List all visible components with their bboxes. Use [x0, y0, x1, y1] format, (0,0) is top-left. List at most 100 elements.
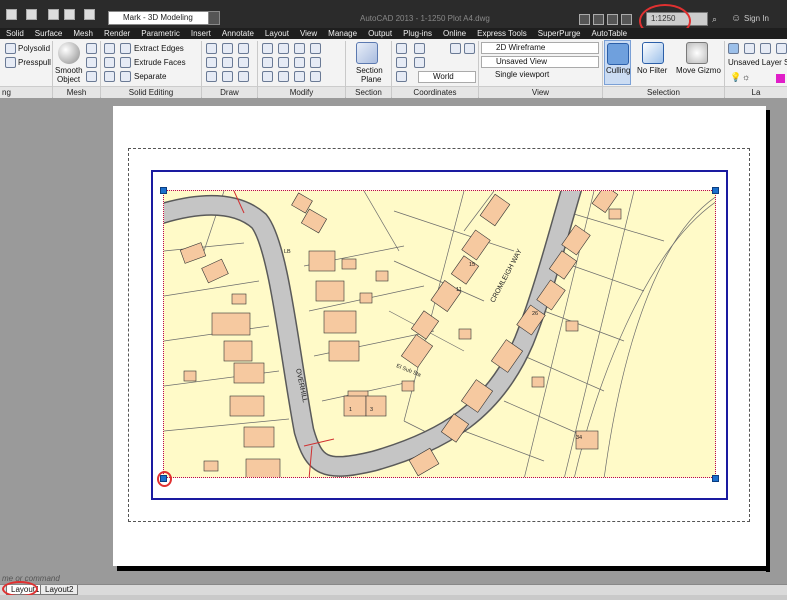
layer-properties-icon[interactable]	[728, 43, 739, 54]
panel-modify[interactable]: Modify	[258, 86, 345, 98]
tab-online[interactable]: Online	[443, 29, 466, 38]
tab-annotate[interactable]: Annotate	[222, 29, 254, 38]
layer-icon[interactable]	[776, 43, 787, 54]
move-gizmo-button[interactable]: Move Gizmo	[676, 66, 721, 75]
panel-mesh[interactable]: Mesh	[53, 86, 100, 98]
presspull-button[interactable]: Presspull	[18, 58, 51, 67]
mesh-tool-icon[interactable]	[86, 71, 97, 82]
tab-view[interactable]: View	[300, 29, 317, 38]
lightbulb-icon[interactable]: 💡	[730, 72, 741, 83]
ucs-icon[interactable]	[464, 43, 475, 54]
section-plane-button[interactable]: Section	[356, 66, 383, 75]
array-icon[interactable]	[310, 71, 321, 82]
tab-mesh[interactable]: Mesh	[73, 29, 93, 38]
copy-icon[interactable]	[294, 43, 305, 54]
tab-express-tools[interactable]: Express Tools	[477, 29, 527, 38]
tab-render[interactable]: Render	[104, 29, 130, 38]
spline-icon[interactable]	[206, 57, 217, 68]
view-icon[interactable]	[621, 14, 632, 25]
tab-plugins[interactable]: Plug-ins	[403, 29, 432, 38]
offset-icon[interactable]	[294, 71, 305, 82]
ucs-icon[interactable]	[396, 57, 407, 68]
view-icon[interactable]	[593, 14, 604, 25]
fillet-icon[interactable]	[310, 57, 321, 68]
save-icon[interactable]	[26, 9, 37, 20]
ucs-select[interactable]: World	[418, 71, 476, 83]
command-line[interactable]: me or command	[0, 574, 787, 584]
rectangle-icon[interactable]	[222, 71, 233, 82]
ucs-icon[interactable]	[450, 43, 461, 54]
redo-icon[interactable]	[84, 9, 95, 20]
sign-in-link[interactable]: Sign In	[744, 14, 769, 23]
union-icon[interactable]	[104, 43, 115, 54]
ucs-icon[interactable]	[414, 43, 425, 54]
layer-icon[interactable]	[744, 43, 755, 54]
view-icon[interactable]	[607, 14, 618, 25]
move-icon[interactable]	[278, 43, 289, 54]
tab-output[interactable]: Output	[368, 29, 392, 38]
separate-button[interactable]: Separate	[134, 72, 166, 81]
extract-edges-button[interactable]: Extract Edges	[134, 44, 184, 53]
subtract-icon[interactable]	[104, 57, 115, 68]
ucs-icon[interactable]	[414, 57, 425, 68]
mirror-icon[interactable]	[262, 57, 273, 68]
mesh-tool-icon[interactable]	[86, 57, 97, 68]
scale-icon[interactable]	[262, 43, 273, 54]
erase-icon[interactable]	[262, 71, 273, 82]
explode-icon[interactable]	[278, 71, 289, 82]
panel-draw[interactable]: Draw	[202, 86, 257, 98]
new-icon[interactable]	[6, 9, 17, 20]
circle-icon[interactable]	[222, 57, 233, 68]
tab-solid[interactable]: Solid	[6, 29, 24, 38]
tab-surface[interactable]: Surface	[35, 29, 63, 38]
viewport-grip[interactable]	[712, 475, 719, 482]
chevron-down-icon[interactable]	[208, 11, 220, 25]
ucs-icon[interactable]	[396, 43, 407, 54]
no-filter-button[interactable]: No Filter	[637, 66, 667, 75]
viewport-config-select[interactable]: Single viewport	[481, 70, 599, 82]
panel-layers[interactable]: La	[725, 86, 787, 98]
search-icon[interactable]: ⌕	[712, 14, 720, 24]
panel-coordinates[interactable]: Coordinates	[392, 86, 478, 98]
panel-section[interactable]: Section	[346, 86, 391, 98]
polysolid-button[interactable]: Polysolid	[18, 44, 50, 53]
stretch-icon[interactable]	[294, 57, 305, 68]
polyline-icon[interactable]	[222, 43, 233, 54]
layer-state-select[interactable]: Unsaved Layer Stat	[728, 58, 787, 67]
view-icon[interactable]	[579, 14, 590, 25]
panel-solid-editing[interactable]: Solid Editing	[101, 86, 201, 98]
named-view-select[interactable]: Unsaved View	[481, 56, 599, 68]
smooth-object-button[interactable]: Smooth	[55, 66, 83, 75]
tab-superpurge[interactable]: SuperPurge	[538, 29, 581, 38]
mesh-tool-icon[interactable]	[86, 43, 97, 54]
print-icon[interactable]	[48, 9, 59, 20]
tab-layout[interactable]: Layout	[265, 29, 289, 38]
polygon-icon[interactable]	[206, 71, 217, 82]
panel-selection[interactable]: Selection	[603, 86, 724, 98]
user-icon[interactable]: ☺	[731, 13, 741, 24]
tab-parametric[interactable]: Parametric	[141, 29, 180, 38]
viewport-grip[interactable]	[160, 187, 167, 194]
line-icon[interactable]	[206, 43, 217, 54]
layer-icon[interactable]	[760, 43, 771, 54]
extrude-faces-button[interactable]: Extrude Faces	[134, 58, 186, 67]
tab-autotable[interactable]: AutoTable	[591, 29, 627, 38]
tab-insert[interactable]: Insert	[191, 29, 211, 38]
viewport-grip[interactable]	[712, 187, 719, 194]
intersect-icon[interactable]	[104, 71, 115, 82]
trim-icon[interactable]	[310, 43, 321, 54]
arc-icon[interactable]	[238, 43, 249, 54]
sun-icon[interactable]: ☼	[742, 72, 750, 82]
rotate-icon[interactable]	[278, 57, 289, 68]
undo-icon[interactable]	[64, 9, 75, 20]
tab-manage[interactable]: Manage	[328, 29, 357, 38]
hatch-icon[interactable]	[238, 71, 249, 82]
ellipse-icon[interactable]	[238, 57, 249, 68]
map-viewport[interactable]: OVERHILL CROMLEIGH WAY El Sub Sta 1 3 11…	[163, 190, 716, 478]
ucs-icon[interactable]	[396, 71, 407, 82]
tab-layout2[interactable]: Layout2	[40, 585, 79, 595]
panel-modeling[interactable]: ng	[0, 86, 52, 98]
workspace-select[interactable]: Mark - 3D Modeling	[108, 11, 212, 25]
panel-view[interactable]: View	[479, 86, 602, 98]
visual-style-select[interactable]: 2D Wireframe	[481, 42, 599, 54]
